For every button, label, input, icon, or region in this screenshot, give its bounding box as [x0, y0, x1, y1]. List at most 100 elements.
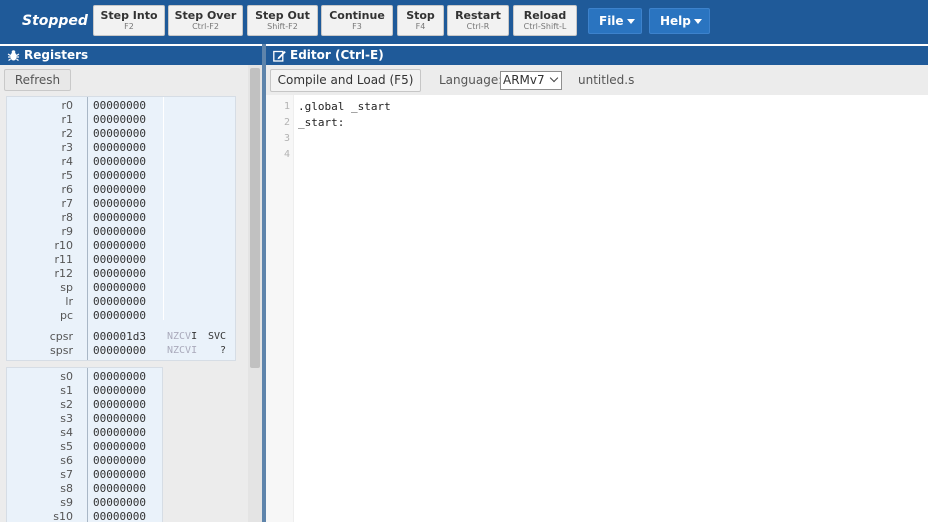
register-name: r9 [61, 225, 73, 238]
register-value[interactable]: 00000000 [93, 239, 146, 253]
register-row: s2 00000000 [7, 398, 235, 412]
register-row: sp 00000000 [7, 281, 235, 295]
register-name: r4 [61, 155, 73, 168]
register-row: s5 00000000 [7, 440, 235, 454]
register-row: r11 00000000 [7, 253, 235, 267]
register-row: r9 00000000 [7, 225, 235, 239]
register-value[interactable]: 00000000 [93, 309, 146, 323]
register-value[interactable]: 00000000 [93, 295, 146, 309]
register-value[interactable]: 00000000 [93, 482, 146, 496]
register-name: r10 [54, 239, 73, 252]
restart-shortcut: Ctrl-R [466, 22, 490, 31]
line-number: 2 [283, 117, 290, 128]
restart-button[interactable]: Restart Ctrl-R [447, 5, 509, 36]
cpu-mode: SVC [208, 331, 227, 342]
code-line[interactable]: .global _start [298, 100, 391, 113]
register-value[interactable]: 00000000 [93, 370, 146, 384]
flags-on: I [191, 331, 198, 342]
cpu-mode: ? [220, 345, 227, 356]
register-value[interactable]: 00000000 [93, 454, 146, 468]
register-value[interactable]: 00000000 [93, 211, 146, 225]
step-into-label: Step Into [100, 9, 158, 22]
register-row: s8 00000000 [7, 482, 235, 496]
stop-label: Stop [406, 9, 435, 22]
register-name: s9 [60, 496, 73, 509]
register-row: r12 00000000 [7, 267, 235, 281]
code-editor[interactable]: 1 2 3 4 .global _start _start: [266, 95, 928, 522]
register-value[interactable]: 00000000 [93, 384, 146, 398]
reload-shortcut: Ctrl-Shift-L [523, 22, 567, 31]
register-row: r8 00000000 [7, 211, 235, 225]
registers-scrollbar-thumb[interactable] [250, 68, 260, 368]
help-menu-label: Help [660, 14, 691, 28]
continue-button[interactable]: Continue F3 [321, 5, 393, 36]
register-name: r11 [54, 253, 73, 266]
file-menu-button[interactable]: File [588, 8, 642, 34]
register-value[interactable]: 00000000 [93, 169, 146, 183]
register-value[interactable]: 00000000 [93, 468, 146, 482]
register-value[interactable]: 00000000 [93, 440, 146, 454]
register-name: r2 [61, 127, 73, 140]
caret-down-icon [626, 19, 635, 24]
refresh-button[interactable]: Refresh [4, 69, 71, 91]
register-value[interactable]: 00000000 [93, 267, 146, 281]
register-value[interactable]: 00000000 [93, 197, 146, 211]
line-number: 1 [283, 101, 290, 112]
register-value[interactable]: 00000000 [93, 496, 146, 510]
register-value[interactable]: 00000000 [93, 426, 146, 440]
step-into-button[interactable]: Step Into F2 [93, 5, 165, 36]
register-name: s4 [60, 426, 73, 439]
register-value[interactable]: 00000000 [93, 99, 146, 113]
register-name: s6 [60, 454, 73, 467]
register-value[interactable]: 00000000 [93, 412, 146, 426]
register-value[interactable]: 00000000 [93, 281, 146, 295]
register-value[interactable]: 00000000 [93, 344, 146, 358]
file-menu-label: File [599, 14, 624, 28]
register-name: s10 [53, 510, 73, 522]
register-row: r10 00000000 [7, 239, 235, 253]
register-value[interactable]: 00000000 [93, 225, 146, 239]
register-name: spsr [50, 344, 73, 357]
register-name: r5 [61, 169, 73, 182]
step-over-shortcut: Ctrl-F2 [192, 22, 219, 31]
spsr-row: spsr 00000000 NZCVI ? [7, 344, 235, 358]
stop-button[interactable]: Stop F4 [397, 5, 444, 36]
register-row: s10 00000000 [7, 510, 235, 522]
flags-off: NZCV [167, 331, 192, 342]
register-value[interactable]: 00000000 [93, 183, 146, 197]
register-name: r6 [61, 183, 73, 196]
register-value[interactable]: 00000000 [93, 398, 146, 412]
register-name: pc [59, 309, 73, 322]
reload-button[interactable]: Reload Ctrl-Shift-L [513, 5, 577, 36]
register-name: lr [65, 295, 73, 308]
register-value[interactable]: 000001d3 [93, 330, 146, 344]
editor-panel-title: Editor (Ctrl-E) [290, 48, 384, 62]
register-row: r3 00000000 [7, 141, 235, 155]
help-menu-button[interactable]: Help [649, 8, 710, 34]
edit-icon [273, 50, 286, 62]
language-select[interactable]: ARMv7 [500, 71, 562, 90]
register-value[interactable]: 00000000 [93, 113, 146, 127]
line-number: 4 [283, 149, 290, 160]
register-row: pc 00000000 [7, 309, 235, 323]
register-name: s2 [60, 398, 73, 411]
register-value[interactable]: 00000000 [93, 155, 146, 169]
register-name: s7 [60, 468, 73, 481]
registers-panel-header: Registers [0, 46, 262, 65]
step-out-shortcut: Shift-F2 [267, 22, 298, 31]
register-row: r0 00000000 [7, 99, 235, 113]
vfp-registers-table: s0 00000000 s1 00000000 s2 00000000 s3 00000000… [6, 367, 163, 522]
register-value[interactable]: 00000000 [93, 141, 146, 155]
register-name: r3 [61, 141, 73, 154]
register-value[interactable]: 00000000 [93, 510, 146, 522]
compile-and-load-button[interactable]: Compile and Load (F5) [270, 69, 421, 92]
step-over-button[interactable]: Step Over Ctrl-F2 [168, 5, 243, 36]
register-name: r1 [61, 113, 73, 126]
register-value[interactable]: 00000000 [93, 127, 146, 141]
step-out-button[interactable]: Step Out Shift-F2 [247, 5, 318, 36]
register-value[interactable]: 00000000 [93, 253, 146, 267]
editor-toolbar: Compile and Load (F5) Language: ARMv7 un… [266, 65, 928, 95]
code-line[interactable]: _start: [298, 116, 344, 129]
register-name: s1 [60, 384, 73, 397]
register-row: r2 00000000 [7, 127, 235, 141]
